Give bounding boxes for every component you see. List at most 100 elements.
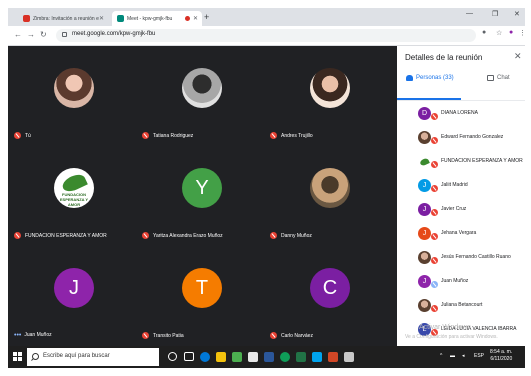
people-icon: [406, 75, 413, 81]
task-view-icon[interactable]: [184, 352, 194, 361]
video-tile[interactable]: Tú: [10, 46, 138, 146]
video-tile[interactable]: J ••• Juan Muñoz: [10, 246, 138, 346]
list-item[interactable]: J Juan Muñoz: [397, 272, 525, 292]
maximize-button[interactable]: ❐: [492, 10, 498, 18]
tray-chevron-icon[interactable]: ^: [440, 353, 442, 359]
browser-tab-meet[interactable]: Meet - kpw-gmjk-fbu ✕: [112, 11, 202, 26]
store-icon[interactable]: [232, 352, 242, 362]
speaking-indicator-icon: [431, 281, 438, 288]
reload-button[interactable]: ↻: [40, 30, 47, 40]
star-icon[interactable]: ☆: [496, 29, 502, 37]
app-icon[interactable]: [312, 352, 322, 362]
search-placeholder: Escribe aquí para buscar: [43, 353, 110, 359]
video-tile[interactable]: Tatiana Rodriguez: [138, 46, 266, 146]
taskbar-search-input[interactable]: Escribe aquí para buscar: [27, 348, 159, 366]
panel-title: Detalles de la reunión: [405, 53, 483, 62]
close-panel-button[interactable]: ✕: [514, 51, 522, 62]
participant-name: Andres Trujillo: [281, 132, 313, 139]
mic-off-icon: [142, 232, 149, 239]
list-item[interactable]: D DIANA LORENA: [397, 104, 525, 124]
profile-avatar-icon[interactable]: ●: [509, 29, 513, 36]
participant-initial-avatar: C: [310, 268, 350, 308]
back-button[interactable]: ←: [14, 30, 22, 40]
mic-off-icon: [270, 132, 277, 139]
video-tile[interactable]: T Transito Patia: [138, 246, 266, 346]
url-text: meet.google.com/kpw-gmjk-fbu: [72, 31, 156, 37]
cortana-icon[interactable]: [168, 352, 177, 361]
network-icon[interactable]: ▬: [450, 353, 455, 359]
tile-name-row: Danny Muñoz: [270, 232, 312, 239]
participant-avatar: J: [418, 227, 431, 240]
app-icon[interactable]: [344, 352, 354, 362]
tile-name-row: Yaritza Alexandra Erazo Muñoz: [142, 232, 223, 239]
address-bar: ← → ↻ meet.google.com/kpw-gmjk-fbu ● ☆ ●…: [8, 26, 525, 46]
language-indicator[interactable]: ESP: [474, 353, 484, 359]
video-tile[interactable]: Andres Trujillo: [266, 46, 394, 146]
tab-label: Zimbra: Invitación a reunión en...: [33, 15, 99, 22]
participant-name: Tú: [25, 132, 31, 139]
list-item[interactable]: J Jaliit Madrid: [397, 176, 525, 196]
tile-name-row: Tatiana Rodriguez: [142, 132, 193, 139]
close-tab-icon[interactable]: ✕: [99, 15, 104, 22]
participant-avatar: [418, 131, 431, 144]
close-tab-icon[interactable]: ✕: [193, 15, 198, 22]
video-tile[interactable]: C Carlo Narváez: [266, 246, 394, 346]
participant-name: Edward Fernando Gonzalez: [441, 134, 504, 140]
video-tile[interactable]: FUNDACION ESPERANZA Y AMOR FUNDACION ESP…: [10, 146, 138, 246]
list-item[interactable]: J Jehana Vergara: [397, 224, 525, 244]
mic-off-icon: [431, 113, 438, 120]
camera-icon[interactable]: ●: [482, 29, 486, 36]
chrome-icon[interactable]: [280, 352, 290, 362]
meeting-details-panel: Detalles de la reunión ✕ Personas (33) C…: [397, 46, 525, 346]
list-item[interactable]: J Javier Cruz: [397, 200, 525, 220]
list-item[interactable]: Juliana Betancourt: [397, 296, 525, 316]
mic-off-icon: [142, 132, 149, 139]
foundation-logo: FUNDACION ESPERANZA Y AMOR: [54, 168, 94, 208]
minimize-button[interactable]: —: [466, 10, 473, 17]
participant-name: Danny Muñoz: [281, 232, 312, 239]
lock-icon: [62, 32, 67, 37]
speaking-indicator-icon: •••: [14, 331, 22, 339]
excel-icon[interactable]: [296, 352, 306, 362]
windows-watermark-text: Ve a Configuración para activar Windows.: [405, 334, 498, 340]
participant-name: Transito Patia: [153, 332, 184, 339]
tab-people[interactable]: Personas (33): [406, 75, 454, 81]
tile-name-row: FUNDACION ESPERANZA Y AMOR: [14, 232, 107, 239]
recording-indicator-icon: [184, 16, 190, 21]
word-icon[interactable]: [264, 352, 274, 362]
taskbar-clock[interactable]: 8:54 a. m. 6/11/2020: [490, 349, 512, 363]
tile-name-row: Carlo Narváez: [270, 332, 313, 339]
video-tile[interactable]: Danny Muñoz: [266, 146, 394, 246]
windows-start-icon[interactable]: [13, 352, 23, 362]
list-item[interactable]: Jesús Fernando Castillo Ruano: [397, 248, 525, 268]
forward-button[interactable]: →: [27, 30, 35, 40]
mic-off-icon: [431, 137, 438, 144]
browser-tab-strip: Zimbra: Invitación a reunión en... ✕ Mee…: [8, 8, 525, 26]
mic-off-icon: [14, 232, 21, 239]
participant-avatar: [418, 251, 431, 264]
tab-chat[interactable]: Chat: [487, 75, 510, 81]
participant-name: Juan Muñoz: [441, 278, 469, 284]
screen: Zimbra: Invitación a reunión en... ✕ Mee…: [8, 8, 525, 368]
browser-tab-zimbra[interactable]: Zimbra: Invitación a reunión en... ✕: [18, 11, 108, 26]
mic-off-icon: [270, 332, 277, 339]
app-icon[interactable]: [248, 352, 258, 362]
participant-name: FUNDACION ESPERANZA Y AMOR: [441, 158, 523, 164]
menu-icon[interactable]: ⋮: [519, 29, 525, 37]
search-icon: [32, 353, 39, 360]
participant-avatar: [418, 299, 431, 312]
video-tile[interactable]: Y Yaritza Alexandra Erazo Muñoz: [138, 146, 266, 246]
close-window-button[interactable]: ✕: [514, 10, 520, 18]
file-explorer-icon[interactable]: [216, 352, 226, 362]
edge-icon[interactable]: [200, 352, 210, 362]
powerpoint-icon[interactable]: [328, 352, 338, 362]
list-item[interactable]: FUNDACION ESPERANZA Y AMOR: [397, 152, 525, 172]
new-tab-button[interactable]: +: [204, 11, 209, 23]
volume-icon[interactable]: ◂: [462, 353, 465, 359]
tab-people-label: Personas (33): [416, 75, 454, 81]
mic-off-icon: [431, 209, 438, 216]
list-item[interactable]: Edward Fernando Gonzalez: [397, 128, 525, 148]
url-input[interactable]: meet.google.com/kpw-gmjk-fbu: [56, 29, 476, 42]
chat-icon: [487, 75, 494, 81]
participant-photo: [54, 68, 94, 108]
